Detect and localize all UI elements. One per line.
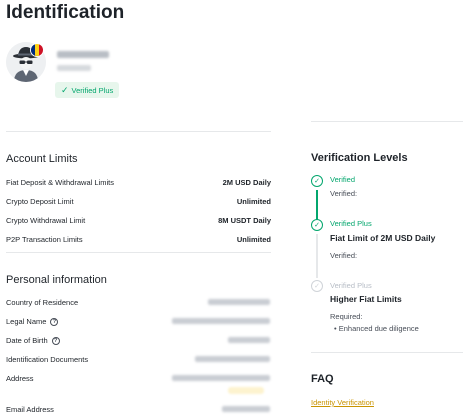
redacted-address-line-2 bbox=[228, 387, 264, 394]
verified-plus-badge: ✓ Verified Plus bbox=[55, 82, 120, 98]
step-label: Verified Plus bbox=[330, 281, 372, 290]
check-circle-icon: ✓ bbox=[311, 280, 323, 292]
redacted-email-value bbox=[222, 406, 270, 412]
divider bbox=[6, 131, 271, 132]
redacted-address-value bbox=[172, 375, 270, 381]
redacted-dob-value bbox=[228, 337, 270, 343]
step-status: Verified: bbox=[330, 251, 358, 260]
redacted-country-value bbox=[208, 299, 270, 305]
check-icon: ✓ bbox=[61, 84, 69, 95]
limit-value: 2M USD Daily bbox=[222, 178, 271, 187]
step-status: Required: bbox=[330, 312, 363, 321]
page-title: Identification bbox=[6, 2, 125, 23]
verification-levels-panel: Verification Levels ✓ Verified Verified:… bbox=[311, 0, 463, 420]
country-flag-icon bbox=[30, 43, 44, 57]
info-label-email: Email Address bbox=[6, 405, 54, 414]
help-circle-icon[interactable]: ? bbox=[51, 336, 60, 345]
check-circle-icon: ✓ bbox=[311, 175, 323, 187]
step-status: Verified: bbox=[330, 189, 358, 198]
help-circle-icon[interactable]: ? bbox=[50, 317, 59, 326]
limit-label: Crypto Deposit Limit bbox=[6, 197, 74, 206]
limit-label: P2P Transaction Limits bbox=[6, 235, 83, 244]
faq-link-identity-verification[interactable]: Identity Verification bbox=[311, 398, 374, 407]
step-label: Verified Plus bbox=[330, 219, 372, 228]
info-label-legal-name: Legal Name ? bbox=[6, 317, 59, 326]
step-connector bbox=[316, 234, 318, 278]
requirement-item: • Enhanced due diligence bbox=[334, 324, 419, 333]
redacted-legal-name-value bbox=[172, 318, 270, 324]
faq-title: FAQ bbox=[311, 373, 334, 385]
limit-value: 8M USDT Daily bbox=[218, 216, 271, 225]
info-label-address: Address bbox=[6, 374, 34, 383]
check-circle-icon: ✓ bbox=[311, 219, 323, 231]
info-label-id-documents: Identification Documents bbox=[6, 355, 89, 364]
step-heading: Higher Fiat Limits bbox=[330, 294, 402, 304]
divider bbox=[311, 352, 463, 353]
redacted-user-name bbox=[57, 51, 109, 58]
step-heading: Fiat Limit of 2M USD Daily bbox=[330, 233, 436, 243]
account-limits-title: Account Limits bbox=[6, 153, 78, 165]
redacted-user-id bbox=[57, 65, 91, 71]
divider bbox=[6, 252, 271, 253]
personal-info-title: Personal information bbox=[6, 274, 107, 286]
limit-label: Fiat Deposit & Withdrawal Limits bbox=[6, 178, 114, 187]
info-label-date-of-birth: Date of Birth ? bbox=[6, 336, 60, 345]
limit-label: Crypto Withdrawal Limit bbox=[6, 216, 86, 225]
verification-levels-title: Verification Levels bbox=[311, 152, 408, 164]
redacted-id-document-value bbox=[195, 356, 270, 362]
verified-plus-badge-label: Verified Plus bbox=[71, 85, 114, 95]
limit-value: Unlimited bbox=[236, 235, 271, 244]
limit-value: Unlimited bbox=[236, 197, 271, 206]
step-label: Verified bbox=[330, 175, 356, 184]
info-label-country: Country of Residence bbox=[6, 298, 79, 307]
